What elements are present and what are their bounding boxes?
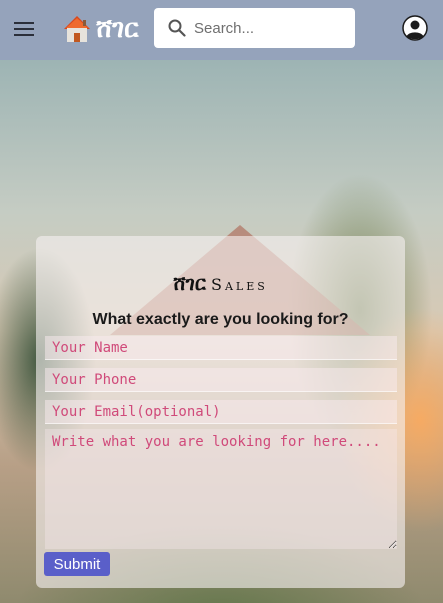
form-title-sub: Sales: [210, 275, 268, 294]
email-field[interactable]: [45, 400, 397, 424]
name-field[interactable]: [45, 336, 397, 360]
top-navbar: ሸገር: [0, 0, 443, 60]
request-form-card: ሸገር Sales What exactly are you looking f…: [36, 236, 405, 588]
search-box[interactable]: [154, 8, 355, 48]
house-icon: [64, 16, 90, 42]
submit-button[interactable]: Submit: [44, 552, 110, 576]
form-title-main: ሸገር: [173, 271, 206, 295]
message-field[interactable]: [45, 429, 397, 549]
form-title: ሸገር Sales: [36, 271, 405, 295]
brand-name: ሸገር: [96, 13, 139, 44]
hamburger-menu-icon[interactable]: [14, 19, 36, 37]
user-account-icon[interactable]: [402, 15, 428, 41]
search-icon: [168, 19, 186, 37]
brand-logo[interactable]: ሸገር: [62, 12, 138, 46]
search-input[interactable]: [194, 19, 344, 37]
form-question: What exactly are you looking for?: [92, 311, 349, 328]
phone-field[interactable]: [45, 368, 397, 392]
